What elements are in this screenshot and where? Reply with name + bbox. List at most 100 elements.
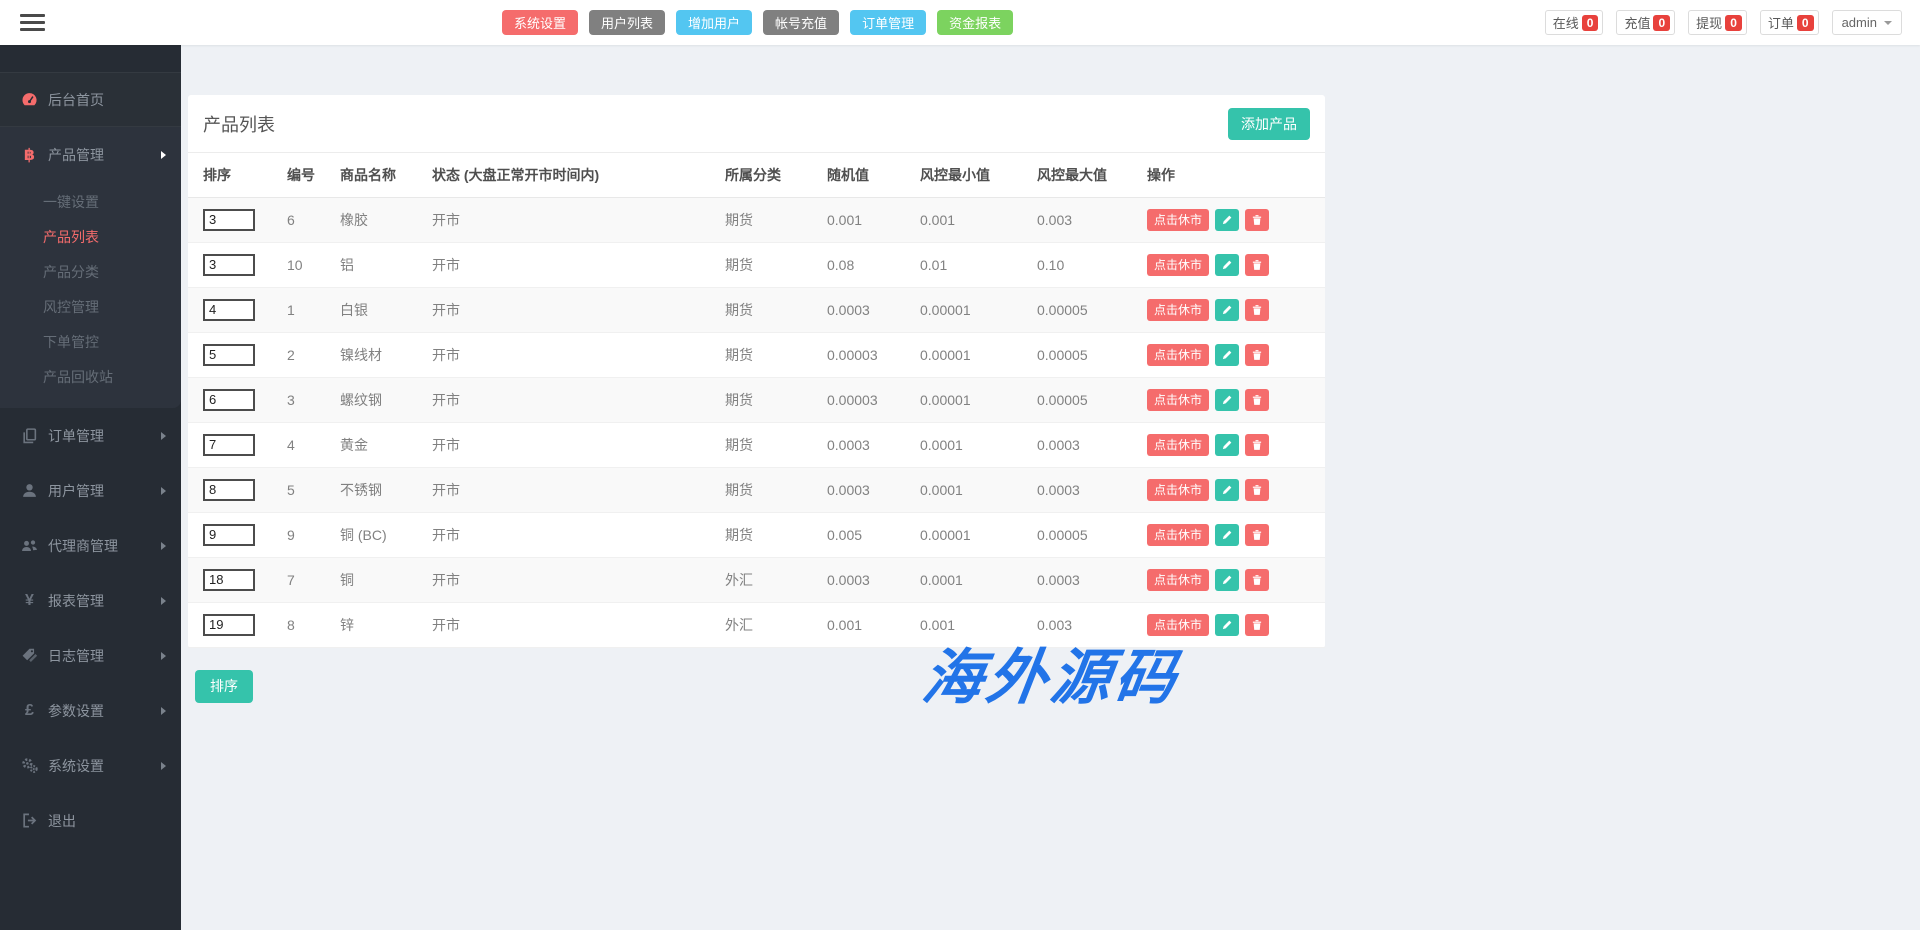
cell-id: 9	[287, 512, 340, 557]
sidebar-subitem-1-4[interactable]: 下单管控	[0, 325, 181, 360]
cell-risk-min: 0.00001	[920, 377, 1037, 422]
edit-button[interactable]	[1215, 299, 1239, 321]
sort-input[interactable]	[203, 389, 255, 411]
sidebar-item-label: 代理商管理	[48, 536, 161, 556]
edit-button[interactable]	[1215, 389, 1239, 411]
chevron-right-icon	[161, 652, 166, 660]
sidebar-item-4[interactable]: 代理商管理	[0, 518, 181, 573]
sidebar-item-label: 系统设置	[48, 756, 161, 776]
sort-input[interactable]	[203, 524, 255, 546]
sidebar-item-7[interactable]: £参数设置	[0, 683, 181, 738]
cell-risk-max: 0.0003	[1037, 467, 1147, 512]
nav-button-5[interactable]: 资金报表	[937, 10, 1013, 35]
add-product-button[interactable]: 添加产品	[1228, 108, 1310, 140]
cell-risk-min: 0.00001	[920, 332, 1037, 377]
sidebar-item-label: 后台首页	[48, 90, 166, 110]
sidebar-item-5[interactable]: ¥报表管理	[0, 573, 181, 628]
column-header: 风控最小值	[920, 153, 1037, 197]
close-market-button[interactable]: 点击休市	[1147, 479, 1209, 501]
sort-input[interactable]	[203, 434, 255, 456]
edit-button[interactable]	[1215, 524, 1239, 546]
sidebar-item-1[interactable]: ฿产品管理	[0, 127, 181, 182]
close-market-button[interactable]: 点击休市	[1147, 569, 1209, 591]
close-market-button[interactable]: 点击休市	[1147, 434, 1209, 456]
delete-button[interactable]	[1245, 614, 1269, 636]
sort-input[interactable]	[203, 344, 255, 366]
delete-button[interactable]	[1245, 389, 1269, 411]
cell-id: 5	[287, 467, 340, 512]
table-row: 1白银开市期货0.00030.000010.00005点击休市	[188, 287, 1325, 332]
pound-icon: £	[20, 701, 39, 720]
admin-dropdown[interactable]: admin	[1832, 10, 1902, 35]
sort-input[interactable]	[203, 209, 255, 231]
delete-button[interactable]	[1245, 569, 1269, 591]
cell-random: 0.0003	[827, 557, 920, 602]
close-market-button[interactable]: 点击休市	[1147, 209, 1209, 231]
delete-button[interactable]	[1245, 344, 1269, 366]
delete-button[interactable]	[1245, 254, 1269, 276]
edit-button[interactable]	[1215, 434, 1239, 456]
sort-input[interactable]	[203, 569, 255, 591]
sidebar-item-2[interactable]: 订单管理	[0, 408, 181, 463]
column-header: 风控最大值	[1037, 153, 1147, 197]
sidebar-item-9[interactable]: 退出	[0, 793, 181, 848]
yen-icon: ¥	[20, 591, 39, 610]
edit-button[interactable]	[1215, 614, 1239, 636]
admin-label: admin	[1842, 15, 1877, 30]
stat-box-0[interactable]: 在线0	[1545, 10, 1604, 35]
edit-button[interactable]	[1215, 344, 1239, 366]
nav-shortcut-buttons: 系统设置用户列表增加用户帐号充值订单管理资金报表	[502, 0, 1013, 45]
edit-button[interactable]	[1215, 209, 1239, 231]
close-market-button[interactable]: 点击休市	[1147, 524, 1209, 546]
hamburger-icon[interactable]	[20, 14, 45, 35]
stat-label: 订单	[1768, 13, 1794, 32]
cell-status: 开市	[432, 332, 725, 377]
edit-button[interactable]	[1215, 479, 1239, 501]
sort-input[interactable]	[203, 614, 255, 636]
cell-name: 铝	[340, 242, 432, 287]
chevron-right-icon	[161, 542, 166, 550]
nav-button-3[interactable]: 帐号充值	[763, 10, 839, 35]
sidebar-item-6[interactable]: 日志管理	[0, 628, 181, 683]
cell-name: 黄金	[340, 422, 432, 467]
sort-input[interactable]	[203, 479, 255, 501]
cell-risk-max: 0.10	[1037, 242, 1147, 287]
sort-input[interactable]	[203, 299, 255, 321]
delete-button[interactable]	[1245, 209, 1269, 231]
nav-button-0[interactable]: 系统设置	[502, 10, 578, 35]
stat-box-2[interactable]: 提现0	[1688, 10, 1747, 35]
close-market-button[interactable]: 点击休市	[1147, 389, 1209, 411]
gears-icon	[20, 756, 39, 775]
nav-button-1[interactable]: 用户列表	[589, 10, 665, 35]
sidebar-item-0[interactable]: 后台首页	[0, 72, 181, 127]
sidebar-item-3[interactable]: 用户管理	[0, 463, 181, 518]
edit-button[interactable]	[1215, 569, 1239, 591]
sidebar-subitem-1-1[interactable]: 产品列表	[0, 220, 181, 255]
delete-button[interactable]	[1245, 479, 1269, 501]
sort-input[interactable]	[203, 254, 255, 276]
sidebar-subitem-1-0[interactable]: 一键设置	[0, 185, 181, 220]
sidebar-subitem-1-2[interactable]: 产品分类	[0, 255, 181, 290]
delete-button[interactable]	[1245, 524, 1269, 546]
stat-box-1[interactable]: 充值0	[1616, 10, 1675, 35]
sort-submit-button[interactable]: 排序	[195, 670, 253, 703]
cell-risk-min: 0.00001	[920, 512, 1037, 557]
product-list-card: 产品列表 添加产品 排序编号商品名称状态 (大盘正常开市时间内)所属分类随机值风…	[188, 95, 1325, 648]
close-market-button[interactable]: 点击休市	[1147, 299, 1209, 321]
close-market-button[interactable]: 点击休市	[1147, 344, 1209, 366]
delete-button[interactable]	[1245, 299, 1269, 321]
delete-button[interactable]	[1245, 434, 1269, 456]
sidebar-item-8[interactable]: 系统设置	[0, 738, 181, 793]
sidebar-subitem-1-3[interactable]: 风控管理	[0, 290, 181, 325]
nav-button-2[interactable]: 增加用户	[676, 10, 752, 35]
close-market-button[interactable]: 点击休市	[1147, 254, 1209, 276]
close-market-button[interactable]: 点击休市	[1147, 614, 1209, 636]
dashboard-icon	[20, 90, 39, 109]
nav-button-4[interactable]: 订单管理	[850, 10, 926, 35]
edit-button[interactable]	[1215, 254, 1239, 276]
cell-random: 0.08	[827, 242, 920, 287]
chevron-right-icon	[161, 432, 166, 440]
stat-box-3[interactable]: 订单0	[1760, 10, 1819, 35]
sidebar-item-label: 产品管理	[48, 145, 161, 165]
sidebar-subitem-1-5[interactable]: 产品回收站	[0, 360, 181, 395]
